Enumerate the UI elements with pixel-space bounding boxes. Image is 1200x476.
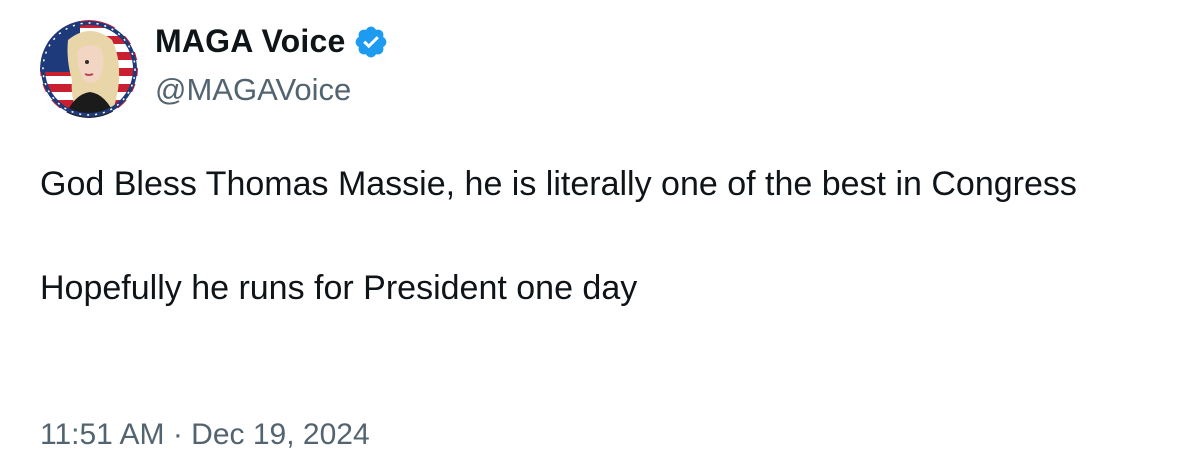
tweet-paragraph: God Bless Thomas Massie, he is literally… xyxy=(40,165,1077,203)
author-handle[interactable]: @MAGAVoice xyxy=(155,72,351,108)
tweet-card: MAGA Voice @MAGAVoice God Bless Thomas M… xyxy=(0,0,1200,476)
avatar-portrait-icon xyxy=(40,20,138,118)
tweet-paragraph: Hopefully he runs for President one day xyxy=(40,269,638,307)
display-name[interactable]: MAGA Voice xyxy=(155,23,345,60)
tweet-body: God Bless Thomas Massie, he is literally… xyxy=(40,158,1160,314)
avatar[interactable] xyxy=(40,20,138,118)
author-name-row: MAGA Voice xyxy=(155,22,389,60)
tweet-timestamp[interactable]: 11:51 AM · Dec 19, 2024 xyxy=(40,418,370,452)
verified-badge-icon xyxy=(353,24,389,60)
